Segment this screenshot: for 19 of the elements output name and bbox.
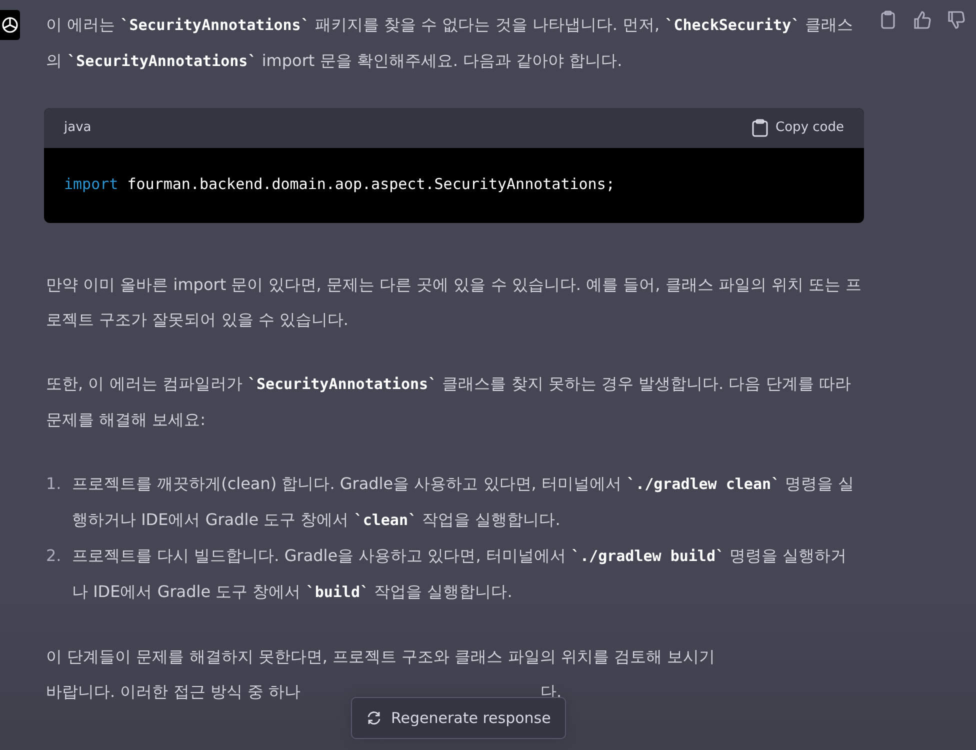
paragraph: 이 에러는 `SecurityAnnotations` 패키지를 찾을 수 없다는 것을 나타냅니다. 먼저, `CheckSecurity` 클래스의 `SecurityAnnotations` import 문을 확인해주세요. 다음과 같아야 합니다.: [46, 14, 854, 72]
language-label: java: [64, 119, 92, 137]
paragraph: 또한, 이 에러는 컴파일러가 `SecurityAnnotations` 클래스를 찾지 못하는 경우 발생합니다. 다음 단계를 따라 문제를 해결해 보세요:: [46, 373, 852, 431]
list-item-text: 프로젝트를 깨끗하게(clean) 합니다. Gradle을 사용하고 있다면, 터미널에서 `./gradlew clean` 명령을 실행하거나 IDE에서 Gradle 도구 창에서 `clean` 작업을 실행합니다.: [72, 473, 856, 531]
thumbs-down-icon[interactable]: [946, 10, 966, 30]
list-number: 1.: [46, 473, 62, 495]
list-item-text: 프로젝트를 다시 빌드합니다. Gradle을 사용하고 있다면, 터미널에서 `./gradlew build` 명령을 실행하거나 IDE에서 Gradle 도구 창에서 `build` 작업을 실행합니다.: [72, 545, 848, 603]
paragraph: 만약 이미 올바른 import 문이 있다면, 문제는 다른 곳에 있을 수 있습니다. 예를 들어, 클래스 파일의 위치 또는 프로젝트 구조가 잘못되어 있을 수 있습니다.: [46, 274, 862, 331]
refresh-icon: [366, 710, 382, 726]
clipboard-icon[interactable]: [878, 10, 898, 30]
code-line: import fourman.backend.domain.aop.aspect.SecurityAnnotations;: [63, 174, 616, 195]
regenerate-button[interactable]: Regenerate response: [351, 697, 566, 739]
copy-code-button[interactable]: Copy code: [752, 118, 844, 138]
paragraph-line: 이 단계들이 문제를 해결하지 못한다면, 프로젝트 구조와 클래스 파일의 위치를 검토해 보시기: [46, 646, 716, 668]
list-number: 2.: [46, 545, 62, 567]
logo-icon: [0, 15, 20, 35]
thumbs-up-icon[interactable]: [912, 10, 932, 30]
clipboard-icon: [752, 119, 768, 137]
paragraph-line: 바랍니다. 이러한 접근 방식 중 하나: [46, 681, 301, 703]
